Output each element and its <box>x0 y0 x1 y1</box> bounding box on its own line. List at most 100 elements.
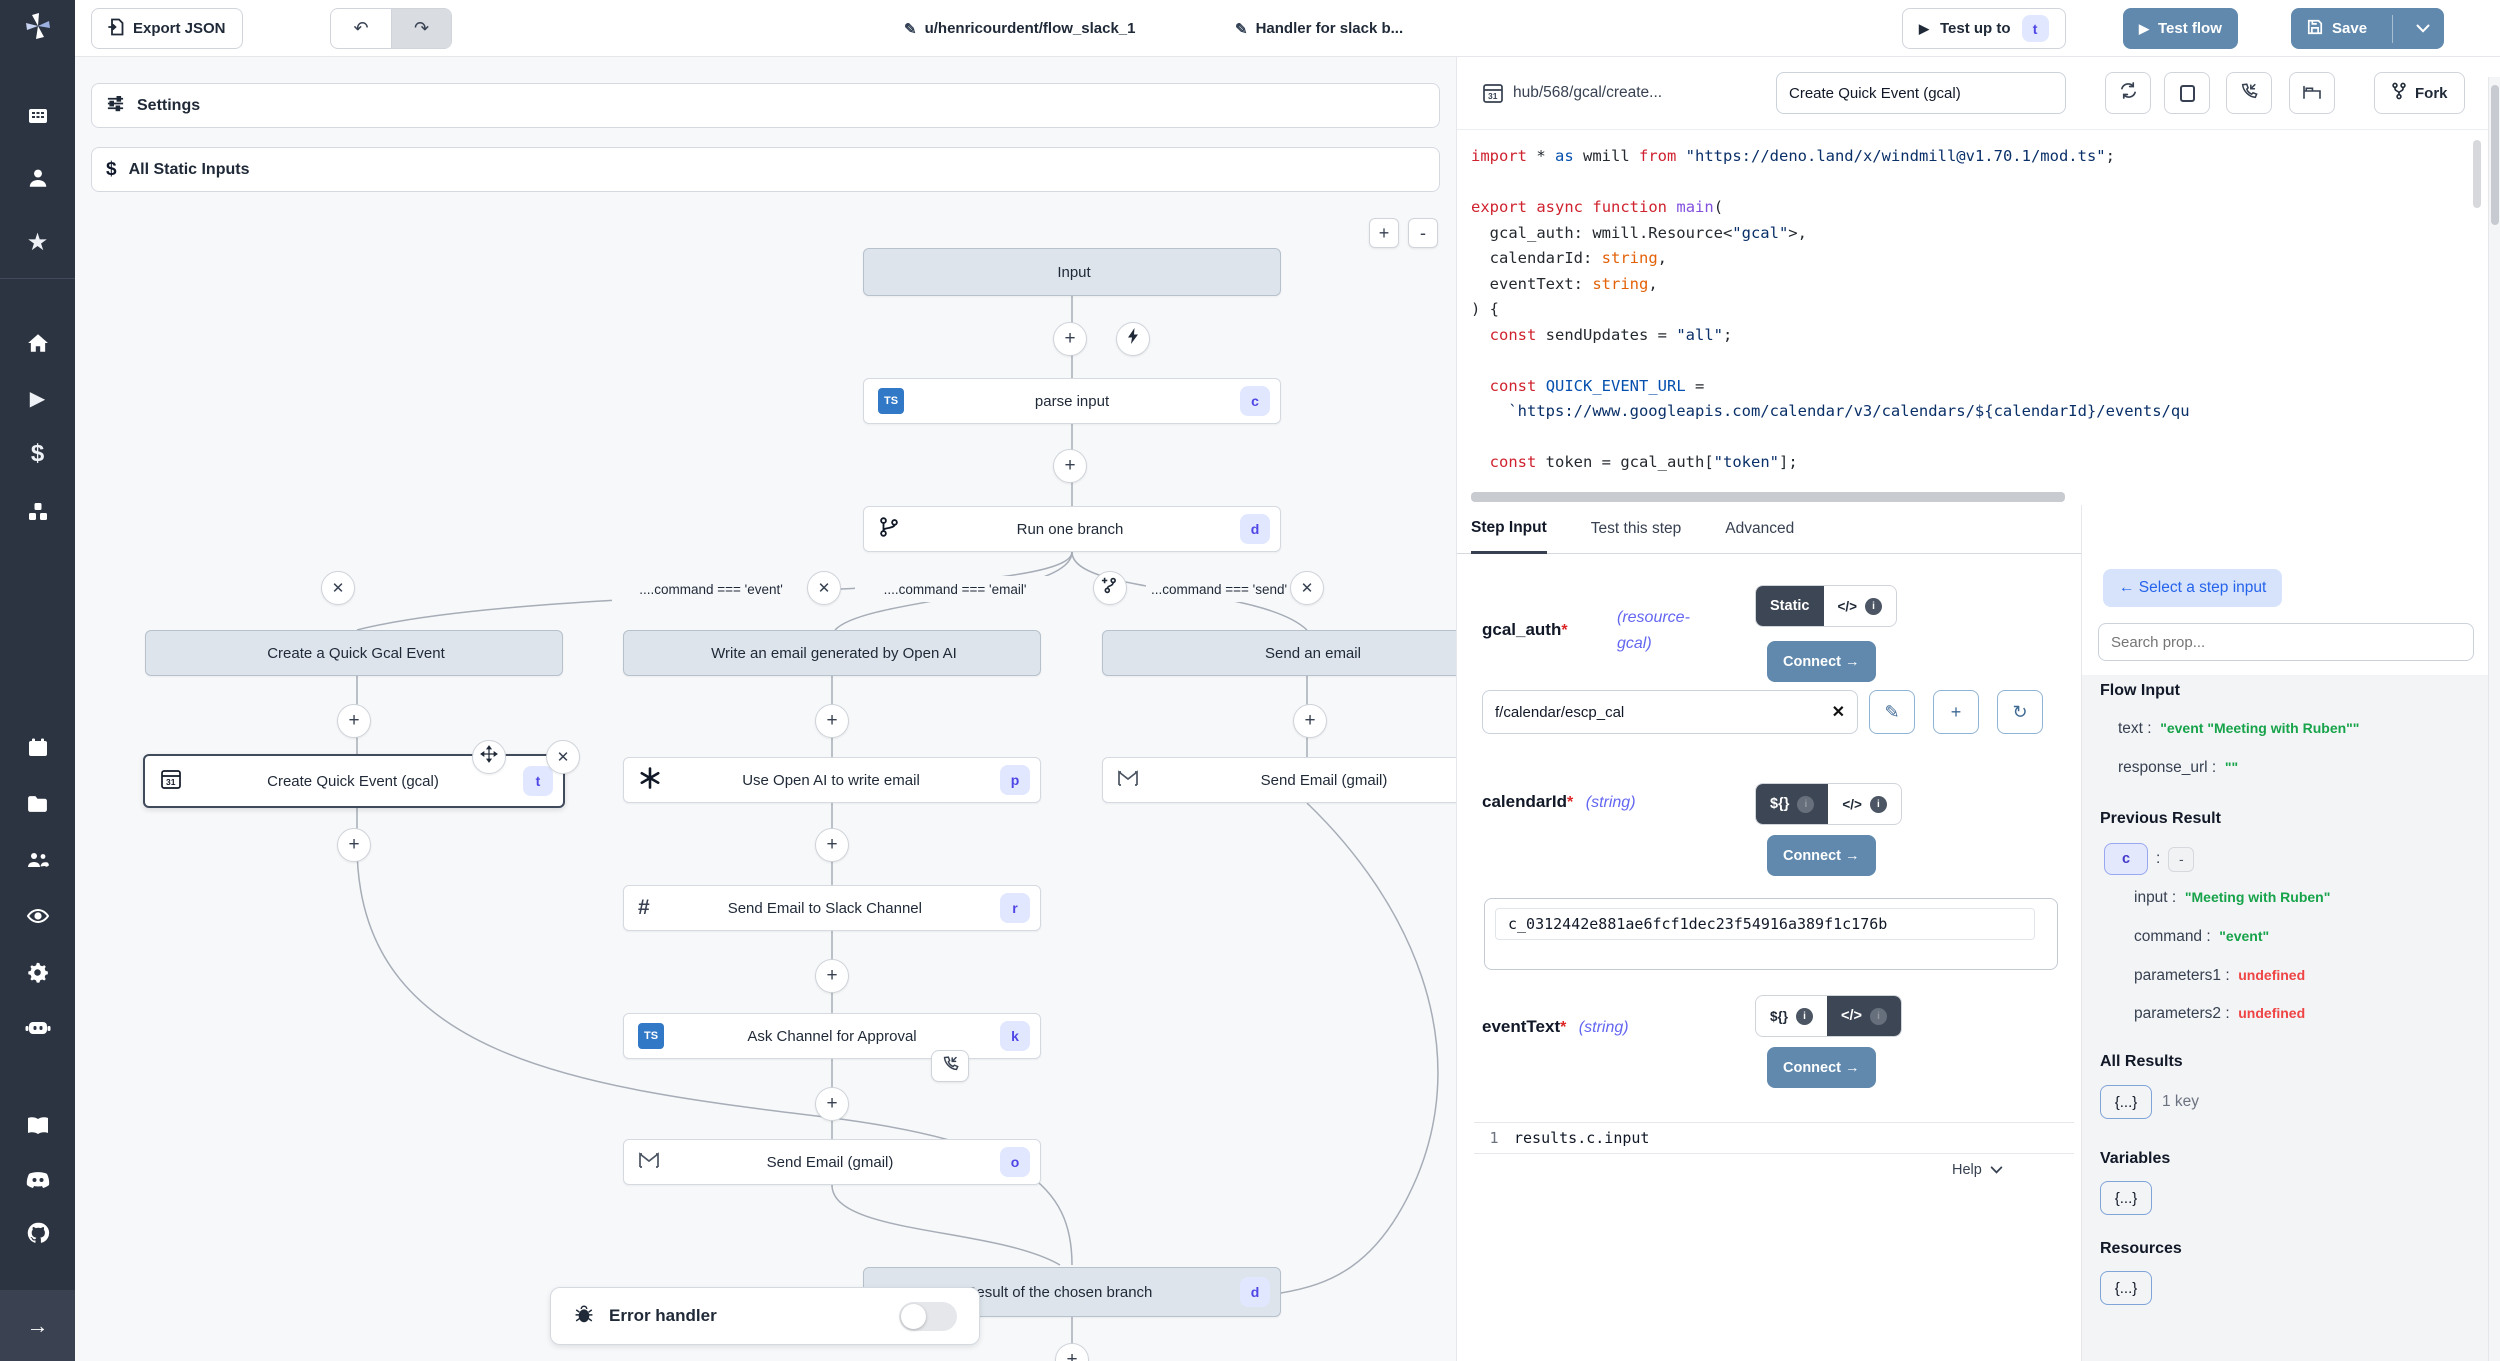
openai-step-node[interactable]: Use Open AI to write email p <box>623 757 1041 803</box>
settings-gear-icon[interactable] <box>0 954 75 990</box>
tab-advanced[interactable]: Advanced <box>1725 505 1794 554</box>
collapse-object-button[interactable]: - <box>2168 847 2194 872</box>
code-mode-selected[interactable]: </> <box>1841 1008 1862 1024</box>
windmill-logo[interactable] <box>0 8 75 44</box>
branch-header-openai[interactable]: Write an email generated by Open AI <box>623 630 1041 676</box>
prop-row[interactable]: input : "Meeting with Ruben" <box>2134 889 2330 907</box>
search-prop-input[interactable] <box>2098 623 2474 661</box>
move-step-handle[interactable] <box>472 740 506 774</box>
calendar-id-connect-button[interactable]: Connect → <box>1767 835 1876 876</box>
flow-settings-bar[interactable]: Settings <box>91 83 1440 128</box>
save-button[interactable]: Save <box>2291 8 2383 49</box>
prop-row[interactable]: parameters2 : undefined <box>2134 1005 2305 1023</box>
all-results-object-chip[interactable]: {...} <box>2100 1085 2152 1119</box>
prop-row[interactable]: command : "event" <box>2134 928 2269 946</box>
window-scrollbar[interactable] <box>2488 77 2500 1361</box>
event-text-input-mode-toggle[interactable]: ${}i </>i <box>1755 995 1902 1037</box>
flow-summary-edit[interactable]: ✎ Handler for slack b... <box>1235 0 1403 57</box>
all-static-inputs-bar[interactable]: $ All Static Inputs <box>91 147 1440 192</box>
gmail-step-node[interactable]: Send Email (gmail) <box>1102 757 1456 803</box>
add-branch-button[interactable] <box>1093 571 1127 605</box>
delete-step-button[interactable]: ✕ <box>546 740 580 774</box>
add-step-button[interactable]: + <box>815 828 849 862</box>
template-mode-selected[interactable]: ${} <box>1770 796 1789 812</box>
apps-icon[interactable] <box>0 98 75 134</box>
save-dropdown-button[interactable] <box>2402 8 2444 49</box>
delete-branch-button[interactable]: ✕ <box>807 571 841 605</box>
step-summary-input[interactable]: Create Quick Event (gcal) <box>1776 72 2066 114</box>
delete-branch-button[interactable]: ✕ <box>321 571 355 605</box>
trigger-bolt-button[interactable] <box>1116 322 1150 356</box>
runs-icon[interactable]: ▶ <box>0 380 75 416</box>
sync-icon-button[interactable] <box>2105 72 2151 114</box>
discord-icon[interactable] <box>0 1162 75 1198</box>
github-icon[interactable] <box>0 1215 75 1251</box>
info-icon[interactable]: i <box>1865 598 1882 615</box>
prop-row[interactable]: response_url : "" <box>2118 759 2238 777</box>
code-vscrollbar[interactable] <box>2473 140 2481 208</box>
gcal-auth-input-mode-toggle[interactable]: Static </>i <box>1755 585 1897 627</box>
flow-input-node[interactable]: Input <box>863 248 1281 296</box>
undo-button[interactable]: ↶ <box>331 9 391 48</box>
info-icon[interactable]: i <box>1870 796 1887 813</box>
branch-header-gcal[interactable]: Create a Quick Gcal Event <box>145 630 563 676</box>
tab-test-this-step[interactable]: Test this step <box>1591 505 1681 554</box>
select-step-input-button[interactable]: ← Select a step input <box>2103 569 2282 607</box>
add-step-button[interactable]: + <box>337 704 371 738</box>
user-icon[interactable] <box>0 160 75 196</box>
suspend-icon-button[interactable] <box>2226 72 2272 114</box>
edit-resource-button[interactable]: ✎ <box>1869 690 1915 734</box>
favorites-icon[interactable]: ★ <box>0 224 75 260</box>
workers-icon[interactable] <box>0 1010 75 1046</box>
clear-icon[interactable]: ✕ <box>1832 702 1845 722</box>
tab-step-input[interactable]: Step Input <box>1471 505 1547 554</box>
audit-logs-icon[interactable] <box>0 898 75 934</box>
add-step-button[interactable]: + <box>815 1087 849 1121</box>
flow-path-edit[interactable]: ✎ u/henricourdent/flow_slack_1 <box>904 0 1135 57</box>
flow-canvas[interactable]: Settings $ All Static Inputs + - Input +… <box>75 57 1456 1361</box>
groups-icon[interactable] <box>0 842 75 878</box>
hub-script-path[interactable]: hub/568/gcal/create... <box>1513 84 1662 102</box>
add-step-button[interactable]: + <box>1053 322 1087 356</box>
template-mode[interactable]: ${} <box>1770 1009 1788 1024</box>
resources-icon[interactable] <box>0 494 75 530</box>
test-flow-button[interactable]: ▶ Test flow <box>2123 8 2238 49</box>
calendar-id-input[interactable]: c_0312442e881ae6fcf1dec23f54916a389f1c17… <box>1495 908 2035 940</box>
prop-row[interactable]: text : "event "Meeting with Ruben"" <box>2118 720 2359 738</box>
variables-icon[interactable]: $ <box>0 436 75 472</box>
add-step-button[interactable]: + <box>815 959 849 993</box>
delete-branch-button[interactable]: ✕ <box>1290 571 1324 605</box>
test-up-to-button[interactable]: ▶ Test up to t <box>1902 8 2066 49</box>
error-handler-toggle[interactable] <box>899 1302 957 1331</box>
code-mode[interactable]: </> <box>1842 797 1862 812</box>
branch-header-send-email[interactable]: Send an email <box>1102 630 1456 676</box>
code-editor[interactable]: import * as wmill from "https://deno.lan… <box>1457 130 2487 492</box>
info-icon[interactable]: i <box>1796 1008 1813 1025</box>
schedules-icon[interactable] <box>0 730 75 766</box>
slack-step-node[interactable]: # Send Email to Slack Channel r <box>623 885 1041 931</box>
docs-icon[interactable] <box>0 1108 75 1144</box>
variables-object-chip[interactable]: {...} <box>2100 1181 2152 1215</box>
scrollbar-thumb[interactable] <box>2491 85 2499 225</box>
zoom-in-button[interactable]: + <box>1369 218 1399 248</box>
run-one-branch-node[interactable]: Run one branch d <box>863 506 1281 552</box>
resources-object-chip[interactable]: {...} <box>2100 1271 2152 1305</box>
box-icon-button[interactable] <box>2164 72 2210 114</box>
event-text-expr-editor[interactable]: 1 results.c.input <box>1474 1122 2074 1154</box>
redo-button[interactable]: ↷ <box>391 9 451 48</box>
add-step-button[interactable]: + <box>337 828 371 862</box>
help-link[interactable]: Help <box>1952 1162 2003 1178</box>
home-icon[interactable] <box>0 325 75 361</box>
event-text-connect-button[interactable]: Connect → <box>1767 1047 1876 1088</box>
zoom-out-button[interactable]: - <box>1408 218 1438 248</box>
add-step-button[interactable]: + <box>1293 704 1327 738</box>
gmail-step-node[interactable]: Send Email (gmail) o <box>623 1139 1041 1185</box>
gcal-auth-connect-button[interactable]: Connect → <box>1767 641 1876 682</box>
collapse-sidebar-button[interactable]: → <box>0 1290 75 1361</box>
approval-step-node[interactable]: TS Ask Channel for Approval k <box>623 1013 1041 1059</box>
code-mode[interactable]: </> <box>1838 599 1858 614</box>
prop-row[interactable]: parameters1 : undefined <box>2134 967 2305 985</box>
code-hscrollbar[interactable] <box>1471 492 2065 502</box>
fork-button[interactable]: Fork <box>2374 72 2465 114</box>
step-c-badge[interactable]: c <box>2104 843 2148 875</box>
